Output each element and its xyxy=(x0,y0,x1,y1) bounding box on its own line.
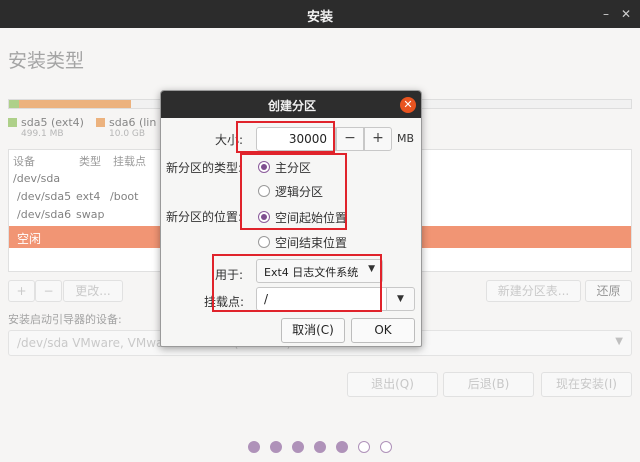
size-decrement-button[interactable]: − xyxy=(336,127,364,151)
close-icon[interactable]: ✕ xyxy=(616,4,636,24)
mount-point-dropdown-button[interactable]: ▼ xyxy=(387,287,415,311)
partition-location-label: 新分区的位置: xyxy=(166,210,243,224)
partition-type-label: 新分区的类型: xyxy=(166,161,243,175)
size-unit: MB xyxy=(397,132,415,145)
radio-location-end[interactable] xyxy=(258,236,270,248)
highlight-options-box xyxy=(240,153,347,230)
minimize-icon[interactable]: – xyxy=(596,4,616,24)
window-title: 安装 xyxy=(306,10,333,25)
ok-button[interactable]: OK xyxy=(351,318,415,343)
highlight-size-box xyxy=(236,121,335,153)
window-titlebar: 安装 – ✕ xyxy=(0,0,640,28)
close-icon[interactable]: ✕ xyxy=(400,97,416,113)
dialog-title: 创建分区 xyxy=(267,99,316,113)
size-increment-button[interactable]: + xyxy=(364,127,392,151)
cancel-button[interactable]: 取消(C) xyxy=(281,318,345,343)
dialog-titlebar: 创建分区 ✕ xyxy=(161,91,421,118)
highlight-format-box xyxy=(212,254,382,312)
location-end-label[interactable]: 空间结束位置 xyxy=(275,234,347,251)
